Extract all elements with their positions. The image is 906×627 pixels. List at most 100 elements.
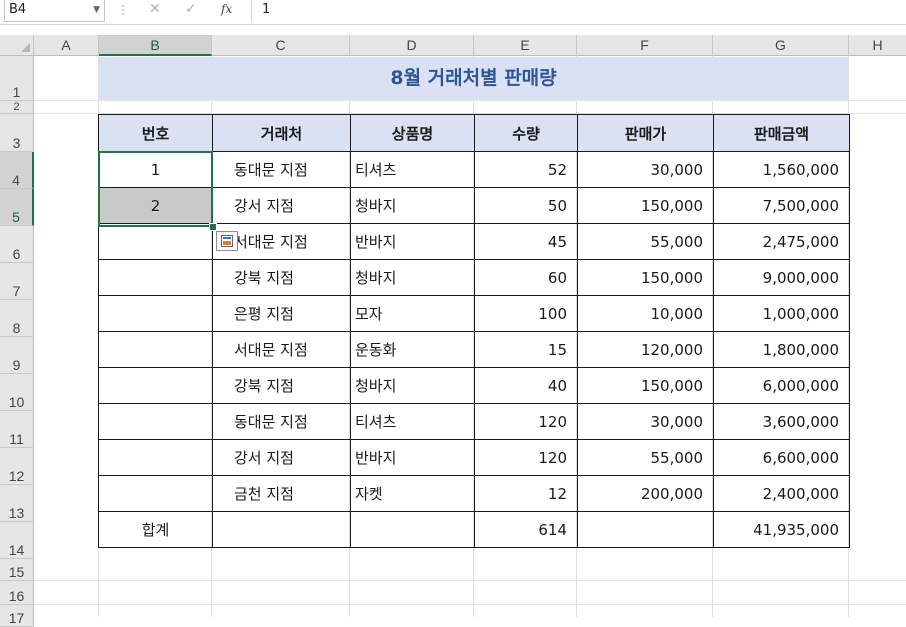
row-header-13[interactable]: 13 (0, 485, 34, 522)
price-cell[interactable]: 30,000 (577, 403, 714, 440)
column-header-b[interactable]: B (99, 35, 212, 56)
total-price-cell[interactable] (577, 511, 714, 548)
client-cell[interactable]: 강북 지점 (212, 259, 351, 296)
amount-cell[interactable]: 2,400,000 (713, 475, 850, 512)
row-number-cell[interactable] (98, 403, 213, 440)
row-header-16[interactable]: 16 (0, 581, 34, 605)
amount-cell[interactable]: 6,600,000 (713, 439, 850, 476)
product-cell[interactable]: 반바지 (350, 439, 475, 476)
product-cell[interactable]: 청바지 (350, 367, 475, 404)
client-cell[interactable]: 금천 지점 (212, 475, 351, 512)
total-label[interactable]: 합계 (98, 511, 213, 548)
client-cell[interactable]: 강서 지점 (212, 187, 351, 224)
total-amount[interactable]: 41,935,000 (713, 511, 850, 548)
amount-cell[interactable]: 9,000,000 (713, 259, 850, 296)
row-number-cell[interactable] (98, 223, 213, 260)
enter-icon[interactable]: ✓ (185, 1, 197, 17)
header-price[interactable]: 판매가 (577, 114, 714, 152)
product-cell[interactable]: 운동화 (350, 331, 475, 368)
amount-cell[interactable]: 3,600,000 (713, 403, 850, 440)
header-product[interactable]: 상품명 (350, 114, 475, 152)
fill-handle[interactable] (209, 223, 217, 231)
row-header-8[interactable]: 8 (0, 300, 34, 337)
quantity-cell[interactable]: 60 (474, 259, 578, 296)
total-product-cell[interactable] (350, 511, 475, 548)
sheet-title[interactable]: 8월 거래처별 판매량 (99, 57, 848, 100)
product-cell[interactable]: 모자 (350, 295, 475, 332)
amount-cell[interactable]: 7,500,000 (713, 187, 850, 224)
header-client[interactable]: 거래처 (212, 114, 351, 152)
amount-cell[interactable]: 1,560,000 (713, 151, 850, 188)
client-cell[interactable]: 동대문 지점 (212, 403, 351, 440)
total-client-cell[interactable] (212, 511, 351, 548)
row-header-11[interactable]: 11 (0, 411, 34, 448)
product-cell[interactable]: 티셔츠 (350, 403, 475, 440)
row-header-4[interactable]: 4 (0, 152, 34, 189)
price-cell[interactable]: 120,000 (577, 331, 714, 368)
quantity-cell[interactable]: 120 (474, 403, 578, 440)
header-amount[interactable]: 판매금액 (713, 114, 850, 152)
name-box[interactable]: B4 ▼ (4, 0, 105, 22)
row-number-cell[interactable]: 2 (98, 187, 213, 224)
row-number-cell[interactable]: 1 (98, 151, 213, 188)
client-cell[interactable]: 서대문 지점 (212, 331, 351, 368)
amount-cell[interactable]: 1,800,000 (713, 331, 850, 368)
column-header-e[interactable]: E (474, 35, 577, 56)
column-header-d[interactable]: D (350, 35, 474, 56)
insert-function-icon[interactable]: fx (221, 2, 232, 16)
product-cell[interactable]: 자켓 (350, 475, 475, 512)
price-cell[interactable]: 150,000 (577, 187, 714, 224)
total-quantity[interactable]: 614 (474, 511, 578, 548)
row-number-cell[interactable] (98, 331, 213, 368)
column-header-f[interactable]: F (577, 35, 713, 56)
header-number[interactable]: 번호 (98, 114, 213, 152)
column-header-c[interactable]: C (212, 35, 350, 56)
header-quantity[interactable]: 수량 (474, 114, 578, 152)
row-number-cell[interactable] (98, 295, 213, 332)
row-header-9[interactable]: 9 (0, 337, 34, 374)
row-header-6[interactable]: 6 (0, 226, 34, 263)
row-header-14[interactable]: 14 (0, 522, 34, 559)
row-header-2[interactable]: 2 (0, 101, 34, 114)
quantity-cell[interactable]: 50 (474, 187, 578, 224)
row-header-12[interactable]: 12 (0, 448, 34, 485)
price-cell[interactable]: 55,000 (577, 439, 714, 476)
price-cell[interactable]: 150,000 (577, 259, 714, 296)
row-header-17[interactable]: 17 (0, 605, 34, 627)
name-box-dropdown-icon[interactable]: ▼ (93, 0, 100, 20)
quantity-cell[interactable]: 15 (474, 331, 578, 368)
client-cell[interactable]: 은평 지점 (212, 295, 351, 332)
price-cell[interactable]: 150,000 (577, 367, 714, 404)
client-cell[interactable]: 강북 지점 (212, 367, 351, 404)
amount-cell[interactable]: 2,475,000 (713, 223, 850, 260)
price-cell[interactable]: 30,000 (577, 151, 714, 188)
product-cell[interactable]: 티셔츠 (350, 151, 475, 188)
product-cell[interactable]: 청바지 (350, 259, 475, 296)
column-header-a[interactable]: A (34, 35, 99, 56)
cancel-icon[interactable]: ✕ (149, 1, 161, 17)
quantity-cell[interactable]: 45 (474, 223, 578, 260)
price-cell[interactable]: 200,000 (577, 475, 714, 512)
quantity-cell[interactable]: 12 (474, 475, 578, 512)
row-header-5[interactable]: 5 (0, 189, 34, 226)
row-number-cell[interactable] (98, 439, 213, 476)
row-header-15[interactable]: 15 (0, 559, 34, 581)
price-cell[interactable]: 10,000 (577, 295, 714, 332)
column-header-g[interactable]: G (713, 35, 849, 56)
autofill-options-button[interactable] (216, 231, 238, 251)
formula-input[interactable]: 1 (251, 0, 906, 22)
row-header-7[interactable]: 7 (0, 263, 34, 300)
quantity-cell[interactable]: 100 (474, 295, 578, 332)
amount-cell[interactable]: 6,000,000 (713, 367, 850, 404)
row-number-cell[interactable] (98, 367, 213, 404)
row-number-cell[interactable] (98, 475, 213, 512)
quantity-cell[interactable]: 52 (474, 151, 578, 188)
client-cell[interactable]: 강서 지점 (212, 439, 351, 476)
amount-cell[interactable]: 1,000,000 (713, 295, 850, 332)
price-cell[interactable]: 55,000 (577, 223, 714, 260)
row-header-3[interactable]: 3 (0, 114, 34, 152)
quantity-cell[interactable]: 120 (474, 439, 578, 476)
row-number-cell[interactable] (98, 259, 213, 296)
row-header-1[interactable]: 1 (0, 56, 34, 101)
row-header-10[interactable]: 10 (0, 374, 34, 411)
